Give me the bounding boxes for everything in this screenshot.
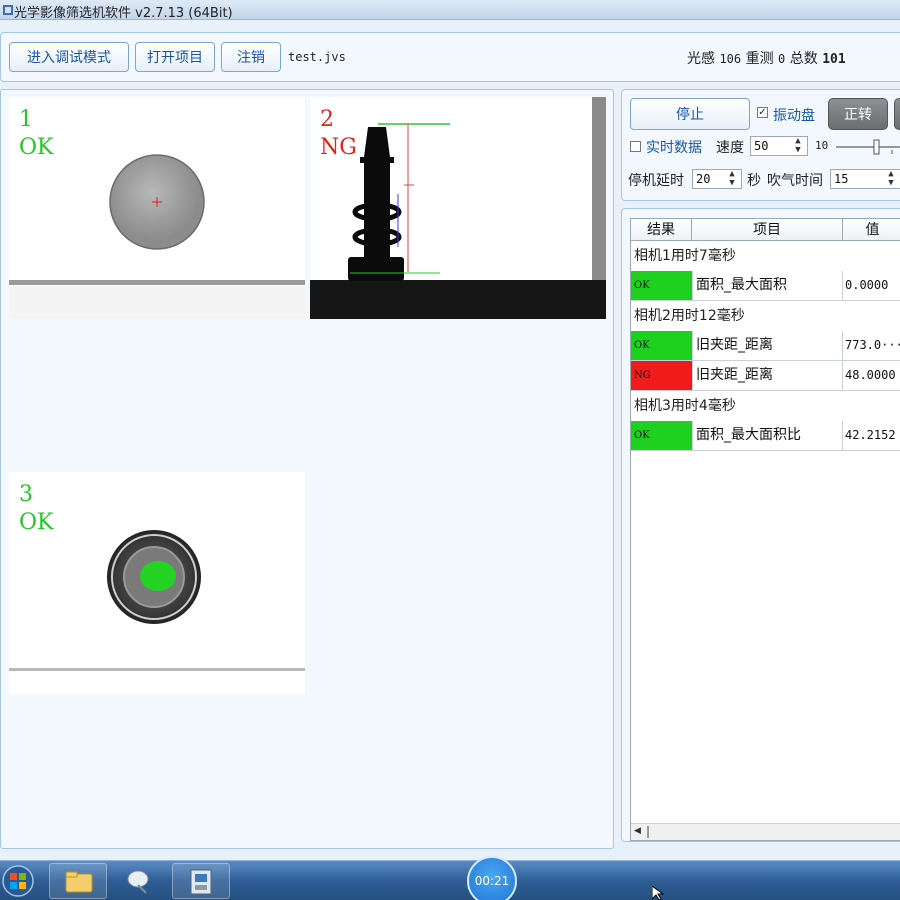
camera-3-status: OK (19, 510, 54, 535)
camera-1-view: 1 OK (9, 97, 305, 319)
speed-value: 50 (754, 139, 769, 153)
debug-mode-button[interactable]: 进入调试模式 (9, 42, 129, 72)
result-cell: OK (631, 271, 692, 300)
value-cell: 0.0000 (845, 278, 889, 292)
scrollbar-thumb[interactable] (647, 826, 649, 838)
camera-2-number: 2 (320, 107, 334, 132)
vibration-label[interactable]: 振动盘 (773, 105, 815, 125)
camera-3-view: 3 OK (9, 472, 305, 694)
recording-timer[interactable]: 00:21 (467, 856, 517, 900)
camera-1-number: 1 (19, 107, 33, 132)
total-label: 总数 (789, 51, 818, 67)
mouse-cursor-icon (652, 886, 665, 900)
group-header-camera-3: 相机3用时4毫秒 (634, 398, 736, 414)
item-cell: 旧夹距_距离 (692, 361, 843, 390)
blow-time-spinner[interactable]: 15 ▲ ▼ (830, 169, 900, 189)
results-panel: 结果 项目 值 相机1用时7毫秒 OK 面积_最大面积 0.0000 相机2用时… (621, 208, 900, 842)
speed-label: 速度 (716, 140, 744, 156)
result-cell: OK (631, 421, 692, 450)
open-project-button[interactable]: 打开项目 (135, 42, 215, 72)
title-bar: 光学影像筛选机软件 v2.7.13 (64Bit) (0, 0, 900, 21)
spinner-arrows-icon[interactable]: ▲ ▼ (791, 137, 805, 155)
light-value: 106 (719, 52, 742, 66)
toolbar: 进入调试模式 打开项目 注销 test.jvs 光感 106 重测 0 总数 1… (0, 32, 900, 82)
column-header-item[interactable]: 项目 (692, 219, 843, 241)
table-row[interactable]: NG 旧夹距_距离 48.0000 (631, 361, 900, 391)
results-table: 结果 项目 值 相机1用时7毫秒 OK 面积_最大面积 0.0000 相机2用时… (630, 218, 900, 841)
item-cell: 面积_最大面积 (692, 271, 843, 300)
table-row[interactable]: OK 面积_最大面积 0.0000 (631, 271, 900, 301)
folder-icon (65, 871, 93, 893)
horizontal-scrollbar[interactable]: ◀ (631, 823, 900, 840)
item-cell: 面积_最大面积比 (692, 421, 843, 450)
column-header-value[interactable]: 值 (843, 219, 900, 241)
group-header-camera-2: 相机2用时12毫秒 (634, 308, 745, 324)
realtime-label[interactable]: 实时数据 (646, 137, 702, 157)
machine-icon (190, 869, 212, 895)
taskbar (0, 860, 900, 900)
start-button-icon[interactable] (0, 863, 40, 899)
slider-value: 10 (815, 139, 829, 152)
speed-slider[interactable] (834, 138, 900, 156)
camera-view-panel: 1 OK 2 NG 3 OK (0, 89, 614, 849)
column-header-result[interactable]: 结果 (631, 219, 692, 241)
window-title: 光学影像筛选机软件 v2.7.13 (64Bit) (14, 6, 233, 21)
realtime-checkbox[interactable] (630, 141, 641, 152)
taskbar-inspection-app[interactable] (172, 863, 230, 899)
value-cell: 48.0000 (845, 368, 896, 382)
reverse-button[interactable] (894, 98, 900, 130)
spinner-arrows-icon[interactable]: ▲ ▼ (725, 170, 739, 188)
camera-1-image (9, 154, 305, 319)
value-cell: 773.0··· (845, 338, 900, 352)
total-value: 101 (822, 52, 846, 67)
light-label: 光感 (687, 51, 715, 67)
project-file-name: test.jvs (288, 50, 346, 64)
taskbar-explorer[interactable] (49, 863, 107, 899)
blow-time-label: 吹气时间 (767, 173, 823, 189)
retest-label: 重测 (745, 51, 774, 67)
logout-button[interactable]: 注销 (221, 42, 281, 72)
camera-1-status: OK (19, 135, 54, 160)
group-header-camera-1: 相机1用时7毫秒 (634, 248, 736, 264)
results-table-header: 结果 项目 值 (631, 219, 900, 241)
control-panel: 停止 ✓ 振动盘 正转 实时数据 速度 50 ▲ ▼ 10 停机延时 20 ▲ ▼ … (621, 89, 900, 201)
camera-2-status: NG (320, 135, 357, 160)
result-cell: NG (631, 361, 692, 390)
stop-delay-label: 停机延时 (628, 173, 684, 189)
forward-button[interactable]: 正转 (828, 98, 888, 130)
counter-stats: 光感 106 重测 0 总数 101 (687, 48, 846, 68)
stop-button[interactable]: 停止 (630, 98, 750, 130)
stop-delay-value: 20 (696, 172, 711, 186)
vibration-checkbox[interactable]: ✓ (757, 107, 768, 118)
camera-2-image (310, 97, 606, 319)
blow-time-value: 15 (834, 172, 849, 186)
table-row[interactable]: OK 旧夹距_距离 773.0··· (631, 331, 900, 361)
table-row[interactable]: OK 面积_最大面积比 42.2152 (631, 421, 900, 451)
result-cell: OK (631, 331, 692, 360)
camera-3-image (9, 530, 305, 671)
spinner-arrows-icon[interactable]: ▲ ▼ (884, 170, 898, 188)
camera-3-number: 3 (19, 482, 33, 507)
speed-spinner[interactable]: 50 ▲ ▼ (750, 136, 808, 156)
stop-delay-spinner[interactable]: 20 ▲ ▼ (692, 169, 742, 189)
item-cell: 旧夹距_距离 (692, 331, 843, 360)
satellite-icon[interactable] (120, 865, 160, 897)
seconds-label: 秒 (747, 173, 761, 189)
scroll-left-icon[interactable]: ◀ (634, 826, 641, 836)
value-cell: 42.2152 (845, 428, 896, 442)
camera-2-view: 2 NG (310, 97, 606, 319)
retest-value: 0 (778, 52, 786, 66)
